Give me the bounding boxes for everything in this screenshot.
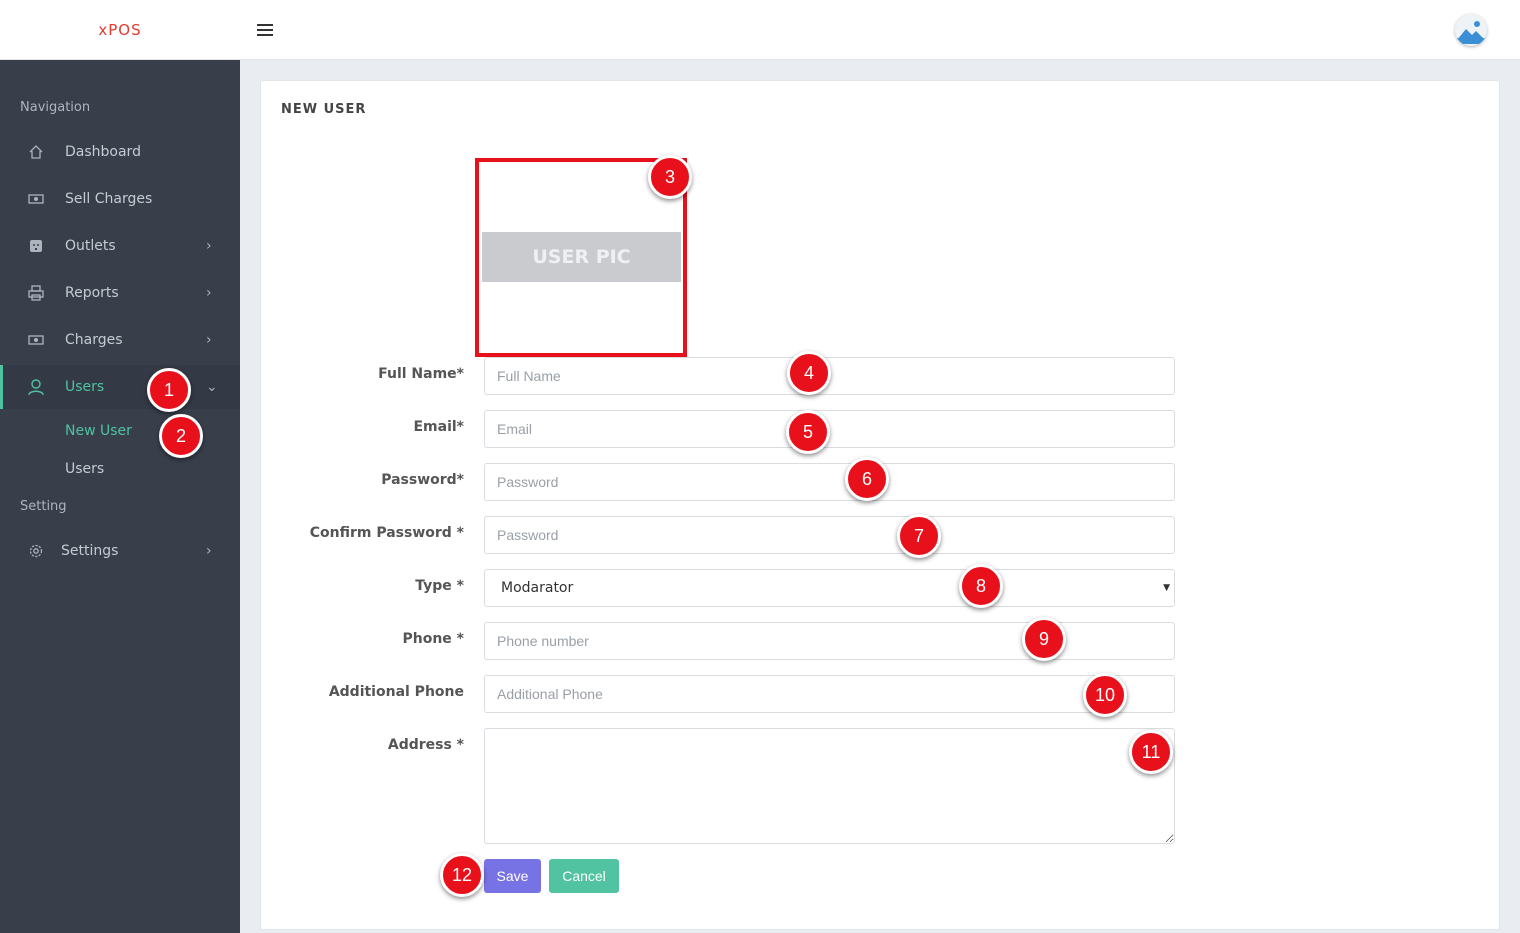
avatar[interactable] xyxy=(1455,14,1487,46)
confirm-password-label: Confirm Password * xyxy=(309,525,464,541)
sidebar-item-label: Settings xyxy=(61,543,119,559)
confirm-password-input[interactable] xyxy=(484,516,1175,554)
save-button[interactable]: Save xyxy=(484,859,541,893)
chevron-right-icon: › xyxy=(206,285,212,301)
additional-phone-input[interactable] xyxy=(484,675,1175,713)
nav-header-setting: Setting xyxy=(20,499,67,514)
sidebar-item-sell-charges[interactable]: Sell Charges xyxy=(0,177,240,221)
annotation-badge-8: 8 xyxy=(959,564,1003,608)
phone-label: Phone * xyxy=(402,631,464,647)
sidebar-subitem-new-user[interactable]: New User xyxy=(65,423,132,439)
sidebar-item-label: Sell Charges xyxy=(65,191,153,207)
printer-icon xyxy=(27,284,45,302)
annotation-badge-6: 6 xyxy=(845,457,889,501)
caret-down-icon: ▼ xyxy=(1163,583,1170,593)
address-label: Address * xyxy=(387,737,464,753)
nav-header-navigation: Navigation xyxy=(20,100,91,115)
password-label: Password* xyxy=(381,472,464,488)
type-select[interactable]: Modarator ▼ xyxy=(484,569,1175,607)
sidebar-item-settings[interactable]: Settings › xyxy=(0,529,240,573)
cancel-button[interactable]: Cancel xyxy=(549,859,619,893)
annotation-badge-11: 11 xyxy=(1129,730,1173,774)
app-logo[interactable]: xPOS xyxy=(0,0,240,60)
annotation-badge-12: 12 xyxy=(440,853,484,897)
address-textarea[interactable] xyxy=(484,728,1175,844)
outlet-icon xyxy=(27,237,45,255)
annotation-badge-7: 7 xyxy=(897,514,941,558)
sidebar-subitem-users[interactable]: Users xyxy=(65,461,104,477)
money-icon xyxy=(27,331,45,349)
sidebar-item-users[interactable]: Users ⌄ xyxy=(0,365,240,409)
page-title: NEW USER xyxy=(281,102,367,117)
sidebar-item-label: Outlets xyxy=(65,238,116,254)
sidebar: Navigation Dashboard Sell Charges Outlet… xyxy=(0,60,240,933)
sidebar-item-label: Dashboard xyxy=(65,144,141,160)
type-selected-value: Modarator xyxy=(501,580,574,596)
gear-icon xyxy=(27,542,45,560)
annotation-badge-9: 9 xyxy=(1022,617,1066,661)
email-label: Email* xyxy=(413,419,464,435)
sidebar-item-charges[interactable]: Charges › xyxy=(0,318,240,362)
password-input[interactable] xyxy=(484,463,1175,501)
annotation-badge-4: 4 xyxy=(787,351,831,395)
image-icon xyxy=(1455,14,1487,46)
annotation-badge-2: 2 xyxy=(159,414,203,458)
chevron-down-icon: ⌄ xyxy=(206,379,218,395)
phone-input[interactable] xyxy=(484,622,1175,660)
top-bar: xPOS xyxy=(0,0,1520,60)
home-icon xyxy=(27,143,45,161)
sidebar-item-reports[interactable]: Reports › xyxy=(0,271,240,315)
full-name-label: Full Name* xyxy=(378,366,464,382)
chevron-right-icon: › xyxy=(206,332,212,348)
sidebar-item-label: Reports xyxy=(65,285,119,301)
additional-phone-label: Additional Phone xyxy=(328,684,464,700)
hamburger-icon[interactable] xyxy=(257,24,273,36)
annotation-badge-1: 1 xyxy=(147,368,191,412)
user-pic-upload[interactable]: USER PIC xyxy=(482,232,681,282)
annotation-badge-3: 3 xyxy=(648,155,692,199)
chevron-right-icon: › xyxy=(206,543,212,559)
sidebar-item-dashboard[interactable]: Dashboard xyxy=(0,130,240,174)
annotation-badge-5: 5 xyxy=(786,410,830,454)
sidebar-item-outlets[interactable]: Outlets › xyxy=(0,224,240,268)
money-icon xyxy=(27,190,45,208)
annotation-badge-10: 10 xyxy=(1083,673,1127,717)
sidebar-item-label: Users xyxy=(65,379,105,395)
chevron-right-icon: › xyxy=(206,238,212,254)
sidebar-item-label: Charges xyxy=(65,332,123,348)
user-icon xyxy=(27,378,45,396)
type-label: Type * xyxy=(415,578,464,594)
